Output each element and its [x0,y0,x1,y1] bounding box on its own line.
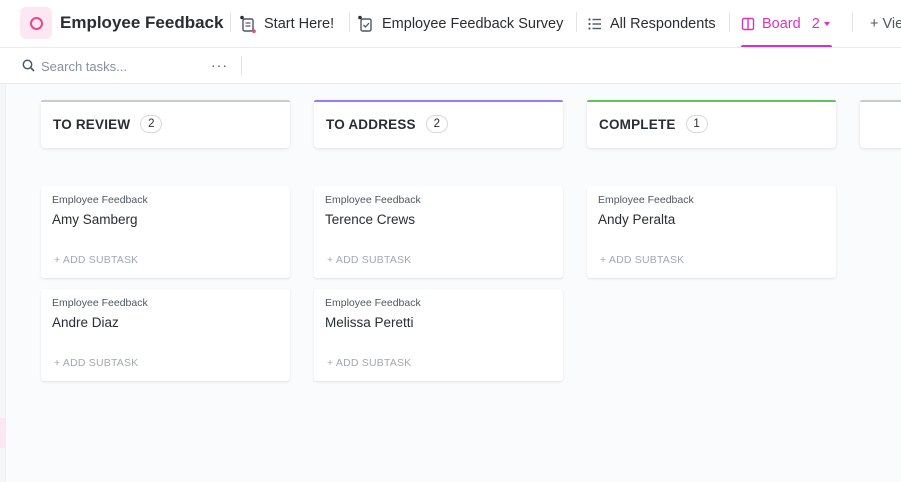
column-count: 2 [140,115,163,133]
task-list-name: Employee Feedback [325,194,421,206]
header-divider [576,12,577,32]
view-header: Employee Feedback Start Here! Employee F… [0,0,901,48]
tab-start-here[interactable]: Start Here! [239,0,335,47]
search-input[interactable] [41,56,211,76]
tab-board-count: 2 [811,16,820,32]
board-toolbar: ··· [0,48,901,84]
board-icon [741,17,755,31]
add-subtask-button[interactable]: + ADD SUBTASK [327,254,411,266]
column-title: TO ADDRESS [326,116,416,132]
header-divider [230,12,231,32]
doc-pin-icon [239,15,257,33]
task-name[interactable]: Terence Crews [325,212,415,227]
task-card[interactable]: Employee Feedback Melissa Peretti + ADD … [314,289,563,381]
add-subtask-button[interactable]: + ADD SUBTASK [327,357,411,369]
column-complete-header[interactable]: COMPLETE 1 [587,100,836,148]
tab-employee-feedback-survey[interactable]: Employee Feedback Survey [357,0,564,47]
list-title[interactable]: Employee Feedback [60,13,223,33]
column-title: TO REVIEW [53,116,131,132]
task-card[interactable]: Employee Feedback Amy Samberg + ADD SUBT… [41,186,290,278]
list-icon [587,16,603,32]
column-to-review-header[interactable]: TO REVIEW 2 [41,100,290,148]
more-options-icon[interactable]: ··· [211,58,227,73]
column-status-bar [587,100,836,102]
column-count: 1 [685,115,708,133]
header-divider [349,12,350,32]
search-icon [22,59,35,77]
task-list-name: Employee Feedback [598,194,694,206]
chevron-down-icon[interactable] [823,22,830,26]
task-name[interactable]: Amy Samberg [52,212,138,227]
header-divider [852,12,853,32]
add-subtask-button[interactable]: + ADD SUBTASK [54,357,138,369]
column-title: COMPLETE [599,116,676,132]
task-card[interactable]: Employee Feedback Andy Peralta + ADD SUB… [587,186,836,278]
add-view-button[interactable]: + Vie [870,0,901,47]
task-name[interactable]: Andre Diaz [52,315,119,330]
tab-label: All Respondents [610,16,716,32]
task-name[interactable]: Andy Peralta [598,212,675,227]
form-icon [357,15,375,33]
task-list-name: Employee Feedback [52,297,148,309]
tab-label: Board [762,16,801,32]
column-to-address-header[interactable]: TO ADDRESS 2 [314,100,563,148]
column-status-bar [860,100,901,102]
task-name[interactable]: Melissa Peretti [325,315,414,330]
tab-label: Start Here! [264,16,335,32]
column-count: 2 [425,115,448,133]
tab-label: Employee Feedback Survey [382,16,564,32]
tab-all-respondents[interactable]: All Respondents [587,0,716,47]
tab-board[interactable]: Board 2 [741,0,832,47]
add-subtask-button[interactable]: + ADD SUBTASK [54,254,138,266]
tab-label: + Vie [870,16,901,32]
add-subtask-button[interactable]: + ADD SUBTASK [600,254,684,266]
sidebar-rail [0,84,6,482]
toolbar-divider [241,56,242,76]
column-status-bar [41,100,290,102]
task-card[interactable]: Employee Feedback Andre Diaz + ADD SUBTA… [41,289,290,381]
column-status-bar [314,100,563,102]
column-next-header[interactable] [860,100,901,148]
task-list-name: Employee Feedback [325,297,421,309]
list-logo-icon[interactable] [20,7,52,39]
header-divider [729,12,730,32]
task-list-name: Employee Feedback [52,194,148,206]
task-card[interactable]: Employee Feedback Terence Crews + ADD SU… [314,186,563,278]
